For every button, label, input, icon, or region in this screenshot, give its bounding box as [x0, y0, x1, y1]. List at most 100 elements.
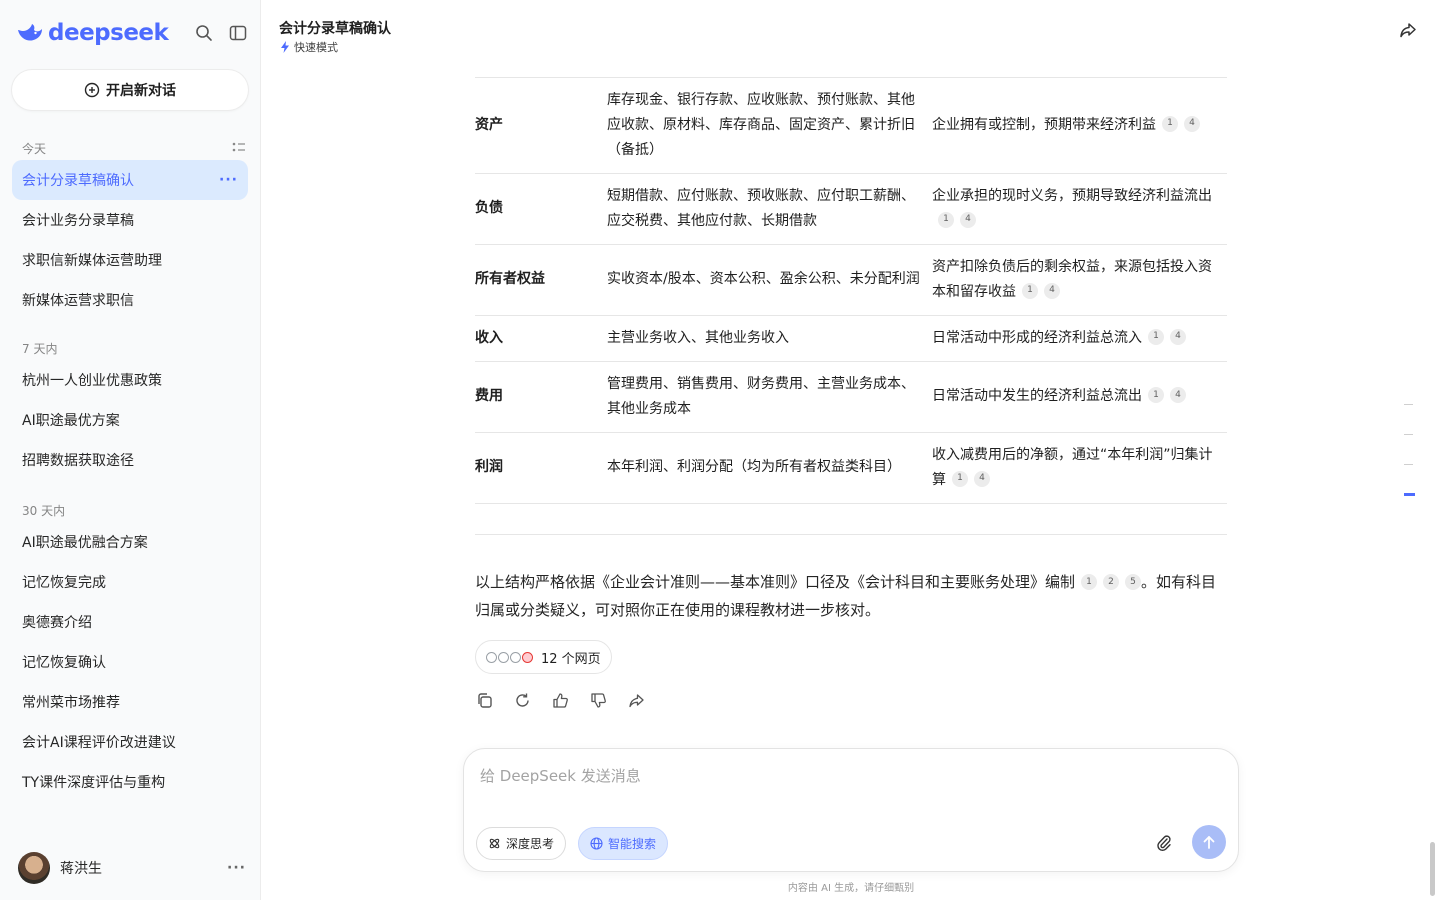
smart-search-toggle[interactable]: 智能搜索: [578, 827, 669, 860]
citation-badge[interactable]: 1: [952, 470, 968, 487]
group-title-today: 今天: [22, 141, 47, 156]
nav-marker[interactable]: [1404, 404, 1413, 405]
desc-text: 企业拥有或控制，预期带来经济利益: [932, 116, 1156, 133]
history-item[interactable]: TY课件深度评估与重构: [12, 762, 248, 802]
regenerate-icon[interactable]: [512, 690, 532, 710]
globe-icon: [590, 837, 603, 850]
history-item[interactable]: 会计AI课程评价改进建议: [12, 722, 248, 762]
citation-badge[interactable]: 4: [974, 470, 990, 487]
deep-think-label: 深度思考: [506, 837, 555, 851]
history-item[interactable]: 招聘数据获取途径: [12, 440, 248, 480]
arrow-up-icon: [1203, 836, 1215, 849]
account-table: 资产 库存现金、银行存款、应收账款、预付账款、其他应收款、原材料、库存商品、固定…: [475, 40, 1227, 504]
sidebar-header: deepseek: [16, 20, 248, 46]
table-cell-category: 收入: [475, 315, 607, 362]
table-row: 负债 短期借款、应付账款、预收账款、应付职工薪酬、应交税费、其他应付款、长期借款…: [475, 173, 1227, 245]
desc-text: 企业承担的现时义务，预期导致经济利益流出: [932, 187, 1212, 204]
history-item-label: 杭州一人创业优惠政策: [22, 373, 162, 389]
history-item[interactable]: 求职信新媒体运营助理: [12, 240, 248, 280]
table-cell-desc: 资产扣除负债后的剩余权益，来源包括投入资本和留存收益 1 4: [932, 244, 1227, 316]
citation-badge[interactable]: 5: [1125, 573, 1142, 590]
table-cell-desc: 收入减费用后的净额，通过“本年利润”归集计算 1 4: [932, 432, 1227, 504]
citation-badge[interactable]: 4: [1044, 282, 1060, 299]
citation-badge[interactable]: 2: [1103, 573, 1120, 590]
thumbs-down-icon[interactable]: [588, 690, 608, 710]
history-item[interactable]: 常州菜市场推荐: [12, 682, 248, 722]
history-group-title: 7 天内: [12, 338, 248, 358]
table-cell-category: 负债: [475, 173, 607, 245]
table-cell-desc: 企业承担的现时义务，预期导致经济利益流出 1 4: [932, 173, 1227, 245]
whale-icon: [18, 24, 42, 41]
mode-label: 快速模式: [294, 41, 338, 54]
deep-think-toggle[interactable]: 深度思考: [476, 827, 567, 860]
nav-marker-active[interactable]: [1404, 493, 1415, 496]
share-icon[interactable]: [1398, 20, 1418, 40]
list-icon[interactable]: [232, 142, 246, 154]
citation-badge[interactable]: 1: [1148, 328, 1164, 345]
history-item-label: 奥德赛介绍: [22, 615, 92, 631]
more-icon[interactable]: ···: [227, 860, 246, 876]
new-chat-button[interactable]: 开启新对话: [12, 70, 248, 110]
table-cell-desc: 日常活动中发生的经济利益总流出 1 4: [932, 361, 1227, 433]
answer-summary: 以上结构严格依据《企业会计准则——基本准则》口径及《会计科目和主要账务处理》编制…: [475, 568, 1227, 624]
citation-badge[interactable]: 4: [1184, 115, 1200, 132]
more-icon[interactable]: ···: [219, 172, 238, 188]
answer-table-container: 资产 库存现金、银行存款、应收账款、预付账款、其他应收款、原材料、库存商品、固定…: [475, 40, 1227, 504]
ai-disclaimer: 内容由 AI 生成，请仔细甄别: [787, 883, 915, 894]
citation-badge[interactable]: 1: [1162, 115, 1178, 132]
history-item[interactable]: AI职途最优方案: [12, 400, 248, 440]
history-item-label: AI职途最优方案: [22, 413, 120, 429]
citation-badge[interactable]: 4: [960, 211, 976, 228]
history-item[interactable]: 新媒体运营求职信: [12, 280, 248, 320]
link-icon: [498, 651, 509, 663]
history-item[interactable]: 记忆恢复完成: [12, 562, 248, 602]
citation-badge[interactable]: 4: [1170, 387, 1186, 403]
history-group-title: 30 天内: [12, 500, 248, 520]
citation-badge[interactable]: 1: [1148, 387, 1164, 403]
thumbs-up-icon[interactable]: [550, 690, 570, 710]
table-cell-desc: 企业拥有或控制，预期带来经济利益 1 4: [932, 77, 1227, 174]
chat-history: 今天 会计分录草稿确认 ··· 会计业务分录草稿 求职信新媒体运营助理 新媒体运…: [12, 132, 248, 822]
history-item-label: 会计分录草稿确认: [22, 173, 134, 189]
new-chat-label: 开启新对话: [106, 83, 176, 99]
table-cell-category: 所有者权益: [475, 244, 607, 316]
history-item-label: TY课件深度评估与重构: [22, 775, 166, 791]
citation-badge[interactable]: 1: [938, 211, 954, 228]
history-group-title: 今天: [12, 138, 248, 158]
nav-marker[interactable]: [1404, 464, 1413, 465]
desc-text: 日常活动中形成的经济利益总流入: [932, 329, 1142, 346]
citation-badge[interactable]: 1: [1081, 573, 1098, 590]
lightning-icon: [281, 41, 289, 53]
user-profile[interactable]: 蒋洪生 ···: [18, 852, 246, 884]
paperclip-icon[interactable]: [1154, 833, 1174, 853]
message-input[interactable]: [480, 767, 1200, 785]
table-cell-items: 管理费用、销售费用、财务费用、主营业务成本、其他业务成本: [607, 361, 932, 433]
table-cell-category: 资产: [475, 77, 607, 174]
plus-circle-icon: [84, 82, 100, 98]
search-icon[interactable]: [194, 23, 214, 43]
table-cell-items: 库存现金、银行存款、应收账款、预付账款、其他应收款、原材料、库存商品、固定资产、…: [607, 77, 932, 174]
share-icon[interactable]: [626, 690, 646, 710]
table-row: 资产 库存现金、银行存款、应收账款、预付账款、其他应收款、原材料、库存商品、固定…: [475, 77, 1227, 174]
nav-marker[interactable]: [1404, 434, 1413, 435]
link-icon: [486, 651, 497, 663]
sidebar-toggle-icon[interactable]: [228, 23, 248, 43]
history-item[interactable]: 会计业务分录草稿: [12, 200, 248, 240]
sources-button[interactable]: 12 个网页: [475, 640, 612, 674]
citation-badge[interactable]: 1: [1022, 282, 1038, 299]
send-button[interactable]: [1192, 825, 1226, 859]
citation-badge[interactable]: 4: [1170, 328, 1186, 345]
history-item[interactable]: AI职途最优融合方案: [12, 522, 248, 562]
atom-icon: [489, 838, 500, 849]
copy-icon[interactable]: [474, 690, 494, 710]
user-name: 蒋洪生: [60, 861, 102, 877]
history-item[interactable]: 杭州一人创业优惠政策: [12, 360, 248, 400]
history-item-active[interactable]: 会计分录草稿确认 ···: [12, 160, 248, 200]
scrollbar[interactable]: [1430, 842, 1435, 896]
table-row: 收入 主营业务收入、其他业务收入 日常活动中形成的经济利益总流入 1 4: [475, 315, 1227, 362]
history-item[interactable]: 记忆恢复确认: [12, 642, 248, 682]
history-item[interactable]: 奥德赛介绍: [12, 602, 248, 642]
deepseek-logo[interactable]: deepseek: [16, 20, 169, 46]
site-favicon-icon: [522, 651, 533, 663]
history-item-label: 会计AI课程评价改进建议: [22, 735, 176, 751]
